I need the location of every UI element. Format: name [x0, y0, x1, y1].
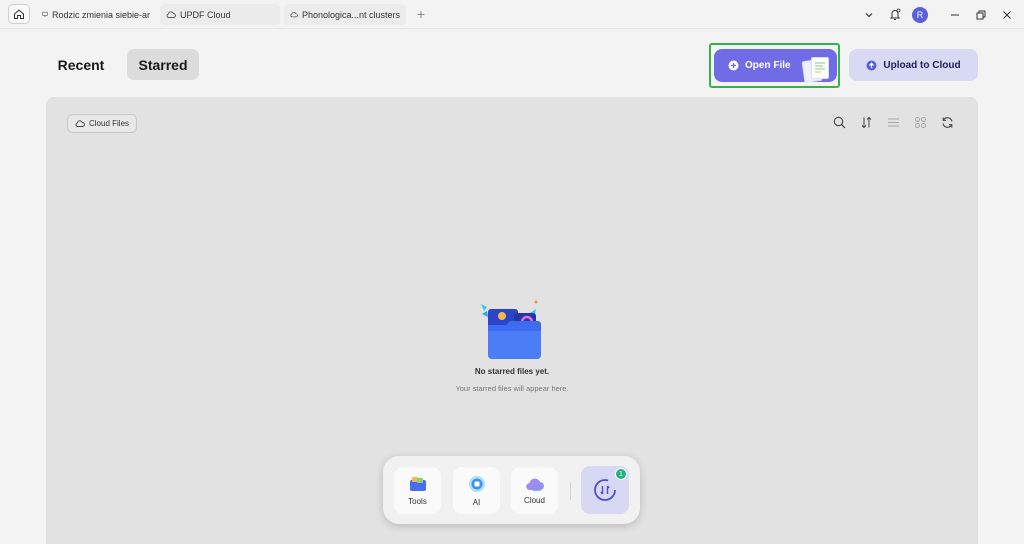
dock-tools-button[interactable]: Tools	[394, 467, 441, 514]
list-view-icon	[887, 118, 899, 126]
tab-starred[interactable]: Starred	[127, 49, 199, 80]
minimize-icon	[951, 14, 959, 15]
refresh-icon	[941, 116, 953, 128]
tab-label: Phonologica...nt clusters	[301, 9, 400, 20]
empty-folder-illustration	[474, 297, 550, 361]
chevron-down-icon	[865, 12, 873, 17]
upload-label: Upload to Cloud	[883, 59, 961, 71]
tab-phonological[interactable]: Phonologica...nt clusters	[284, 4, 406, 25]
empty-subtitle: Your starred files will appear here.	[455, 384, 569, 393]
tab-updf-cloud[interactable]: UPDF Cloud	[160, 4, 280, 25]
cloud-files-label: Cloud Files	[89, 119, 130, 128]
bell-icon	[889, 8, 901, 20]
dock-cloud-label: Cloud	[524, 495, 545, 505]
cloud-files-filter[interactable]: Cloud Files	[67, 114, 138, 133]
search-icon	[833, 116, 845, 128]
home-button[interactable]	[8, 4, 30, 24]
window-controls: R	[856, 0, 1024, 29]
sync-badge: 1	[615, 468, 627, 480]
restore-button[interactable]	[968, 0, 994, 29]
grid-view-icon	[914, 116, 926, 128]
bottom-dock: Tools AI Cloud 1	[383, 456, 640, 524]
empty-state: No starred files yet. Your starred files…	[46, 297, 978, 393]
panel-toolbar	[832, 115, 954, 129]
cloud-icon	[525, 478, 544, 491]
dock-divider	[570, 482, 571, 500]
documents-icon	[801, 56, 833, 82]
chevron-down-button[interactable]	[856, 0, 882, 29]
tools-icon	[409, 476, 426, 491]
upload-circle-icon	[866, 60, 877, 70]
dock-tools-label: Tools	[408, 496, 427, 506]
restore-icon	[976, 10, 986, 19]
tab-recent[interactable]: Recent	[50, 49, 112, 80]
avatar[interactable]: R	[912, 6, 928, 23]
home-icon	[14, 9, 24, 19]
close-icon	[1003, 10, 1011, 19]
empty-title: No starred files yet.	[474, 367, 550, 376]
refresh-button[interactable]	[940, 115, 954, 129]
plus-circle-icon	[728, 60, 739, 71]
new-tab-button[interactable]: +	[414, 6, 428, 22]
dock-sync-button[interactable]: 1	[581, 466, 629, 514]
sync-transfer-icon	[594, 479, 616, 501]
dock-cloud-button[interactable]: Cloud	[511, 467, 558, 514]
close-button[interactable]	[994, 0, 1020, 29]
tab-label: UPDF Cloud	[180, 9, 231, 20]
open-file-button[interactable]: Open File	[714, 49, 837, 82]
ai-icon	[468, 475, 485, 492]
list-view-button[interactable]	[886, 115, 900, 129]
open-file-highlight: Open File	[709, 43, 840, 88]
grid-view-button[interactable]	[913, 115, 927, 129]
open-file-label: Open File	[745, 60, 791, 71]
cloud-icon	[75, 120, 85, 127]
sort-button[interactable]	[859, 115, 873, 129]
dock-ai-label: AI	[472, 497, 481, 507]
tab-rodzic[interactable]: Rodzic zmienia siebie-ar	[36, 4, 156, 25]
presentation-icon	[42, 11, 48, 18]
cloud-icon	[290, 12, 298, 18]
notification-button[interactable]	[882, 0, 908, 29]
title-bar: Rodzic zmienia siebie-ar UPDF Cloud Phon…	[0, 0, 1024, 29]
dock-ai-button[interactable]: AI	[453, 467, 500, 514]
sort-icon	[861, 116, 871, 128]
cloud-icon	[166, 11, 176, 18]
tab-label: Rodzic zmienia siebie-ar	[51, 9, 150, 20]
upload-to-cloud-button[interactable]: Upload to Cloud	[849, 49, 978, 81]
minimize-button[interactable]	[942, 0, 968, 29]
search-button[interactable]	[832, 115, 846, 129]
